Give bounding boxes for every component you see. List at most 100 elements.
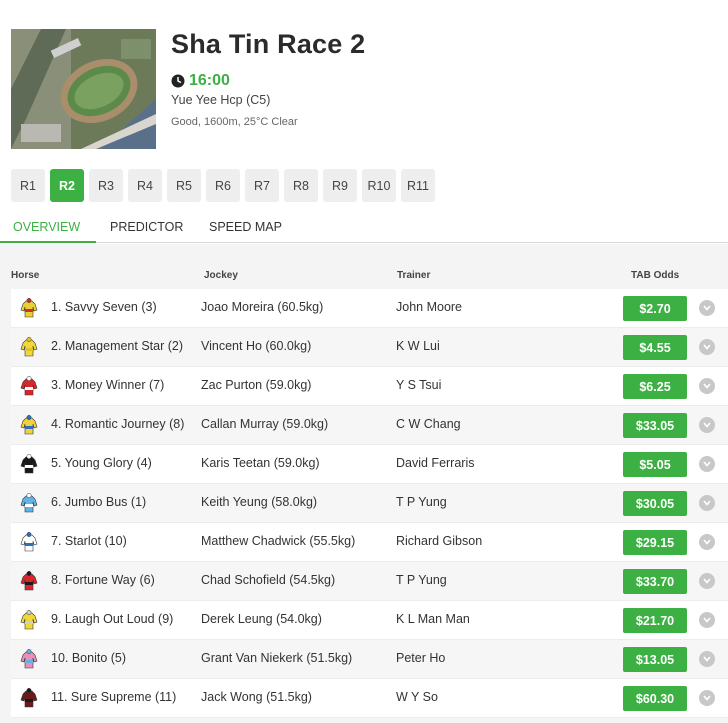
race-selector: R1 R2 R3 R4 R5 R6 R7 R8 R9 R10 R11 [11, 169, 440, 202]
tab-overview[interactable]: OVERVIEW [0, 212, 96, 243]
chevron-down-icon[interactable] [699, 651, 715, 667]
trainer-name: David Ferraris [396, 456, 475, 470]
horse-name: 4. Romantic Journey (8) [51, 417, 185, 431]
tab-speed-map[interactable]: SPEED MAP [209, 212, 282, 243]
runners-table: 1. Savvy Seven (3) Joao Moreira (60.5kg) J… [11, 289, 728, 718]
odds-button[interactable]: $33.70 [623, 569, 687, 594]
race-time-row: 16:00 [171, 72, 230, 90]
race-tab-r9[interactable]: R9 [323, 169, 357, 202]
jockey-silk-icon [20, 688, 38, 708]
trainer-name: T P Yung [396, 495, 447, 509]
chevron-down-icon[interactable] [699, 378, 715, 394]
runner-row[interactable]: 7. Starlot (10) Matthew Chadwick (55.5kg)… [11, 523, 728, 562]
odds-button[interactable]: $6.25 [623, 374, 687, 399]
jockey-silk-icon [20, 571, 38, 591]
column-header-jockey: Jockey [204, 270, 238, 281]
race-tab-r11[interactable]: R11 [401, 169, 435, 202]
jockey-silk-icon [20, 337, 38, 357]
horse-name: 7. Starlot (10) [51, 534, 127, 548]
horse-name: 8. Fortune Way (6) [51, 573, 155, 587]
horse-name: 6. Jumbo Bus (1) [51, 495, 147, 509]
column-header-horse: Horse [11, 270, 40, 281]
race-tab-r6[interactable]: R6 [206, 169, 240, 202]
race-header: Sha Tin Race 2 16:00 Yue Yee Hcp (C5) Go… [11, 29, 711, 149]
view-tabs: OVERVIEW PREDICTOR SPEED MAP [0, 212, 728, 243]
runner-row[interactable]: 1. Savvy Seven (3) Joao Moreira (60.5kg) J… [11, 289, 728, 328]
odds-button[interactable]: $30.05 [623, 491, 687, 516]
trainer-name: K W Lui [396, 339, 440, 353]
race-tab-r7[interactable]: R7 [245, 169, 279, 202]
chevron-down-icon[interactable] [699, 690, 715, 706]
race-tab-r10[interactable]: R10 [362, 169, 396, 202]
chevron-down-icon[interactable] [699, 456, 715, 472]
trainer-name: C W Chang [396, 417, 461, 431]
jockey-silk-icon [20, 415, 38, 435]
race-conditions: Good, 1600m, 25°C Clear [171, 116, 298, 128]
trainer-name: K L Man Man [396, 612, 470, 626]
chevron-down-icon[interactable] [699, 495, 715, 511]
race-time: 16:00 [189, 72, 230, 89]
jockey-name: Karis Teetan (59.0kg) [201, 456, 320, 470]
trainer-name: John Moore [396, 300, 463, 314]
chevron-down-icon[interactable] [699, 339, 715, 355]
chevron-down-icon[interactable] [699, 417, 715, 433]
jockey-name: Grant Van Niekerk (51.5kg) [201, 651, 353, 665]
jockey-silk-icon [20, 610, 38, 630]
trainer-name: W Y So [396, 690, 438, 704]
horse-name: 2. Management Star (2) [51, 339, 184, 353]
page-title: Sha Tin Race 2 [171, 29, 366, 59]
horse-name: 3. Money Winner (7) [51, 378, 165, 392]
race-tab-r4[interactable]: R4 [128, 169, 162, 202]
odds-button[interactable]: $33.05 [623, 413, 687, 438]
jockey-name: Chad Schofield (54.5kg) [201, 573, 336, 587]
odds-button[interactable]: $29.15 [623, 530, 687, 555]
jockey-name: Joao Moreira (60.5kg) [201, 300, 324, 314]
tab-predictor[interactable]: PREDICTOR [110, 212, 183, 243]
race-tab-r2[interactable]: R2 [50, 169, 84, 202]
chevron-down-icon[interactable] [699, 300, 715, 316]
odds-button[interactable]: $5.05 [623, 452, 687, 477]
race-name: Yue Yee Hcp (C5) [171, 93, 271, 107]
runner-row[interactable]: 3. Money Winner (7) Zac Purton (59.0kg) Y … [11, 367, 728, 406]
runner-row[interactable]: 5. Young Glory (4) Karis Teetan (59.0kg) D… [11, 445, 728, 484]
jockey-name: Jack Wong (51.5kg) [201, 690, 312, 704]
odds-button[interactable]: $2.70 [623, 296, 687, 321]
jockey-name: Matthew Chadwick (55.5kg) [201, 534, 356, 548]
race-tab-r1[interactable]: R1 [11, 169, 45, 202]
odds-button[interactable]: $4.55 [623, 335, 687, 360]
odds-button[interactable]: $13.05 [623, 647, 687, 672]
race-tab-r3[interactable]: R3 [89, 169, 123, 202]
horse-name: 9. Laugh Out Loud (9) [51, 612, 174, 626]
chevron-down-icon[interactable] [699, 612, 715, 628]
trainer-name: Peter Ho [396, 651, 446, 665]
race-tab-r5[interactable]: R5 [167, 169, 201, 202]
jockey-silk-icon [20, 532, 38, 552]
chevron-down-icon[interactable] [699, 534, 715, 550]
horse-name: 10. Bonito (5) [51, 651, 127, 665]
column-header-trainer: Trainer [397, 270, 431, 281]
jockey-silk-icon [20, 649, 38, 669]
jockey-name: Vincent Ho (60.0kg) [201, 339, 312, 353]
jockey-name: Derek Leung (54.0kg) [201, 612, 322, 626]
runner-row[interactable]: 9. Laugh Out Loud (9) Derek Leung (54.0kg… [11, 601, 728, 640]
runner-row[interactable]: 10. Bonito (5) Grant Van Niekerk (51.5kg)… [11, 640, 728, 679]
odds-button[interactable]: $60.30 [623, 686, 687, 711]
runner-row[interactable]: 2. Management Star (2) Vincent Ho (60.0kg… [11, 328, 728, 367]
column-header-odds: TAB Odds [631, 270, 680, 281]
jockey-name: Keith Yeung (58.0kg) [201, 495, 318, 509]
racecourse-aerial-image [11, 29, 156, 149]
jockey-silk-icon [20, 376, 38, 396]
race-tab-r8[interactable]: R8 [284, 169, 318, 202]
runner-row[interactable]: 6. Jumbo Bus (1) Keith Yeung (58.0kg) T P … [11, 484, 728, 523]
jockey-name: Zac Purton (59.0kg) [201, 378, 312, 392]
runners-list: Horse Jockey Trainer TAB Odds 1. Savvy S… [0, 244, 728, 723]
jockey-silk-icon [20, 298, 38, 318]
odds-button[interactable]: $21.70 [623, 608, 687, 633]
runner-row[interactable]: 8. Fortune Way (6) Chad Schofield (54.5kg… [11, 562, 728, 601]
horse-name: 11. Sure Supreme (11) [51, 690, 177, 704]
horse-name: 5. Young Glory (4) [51, 456, 152, 470]
chevron-down-icon[interactable] [699, 573, 715, 589]
runner-row[interactable]: 4. Romantic Journey (8) Callan Murray (59… [11, 406, 728, 445]
runner-row[interactable]: 11. Sure Supreme (11) Jack Wong (51.5kg) W… [11, 679, 728, 718]
horse-name: 1. Savvy Seven (3) [51, 300, 157, 314]
